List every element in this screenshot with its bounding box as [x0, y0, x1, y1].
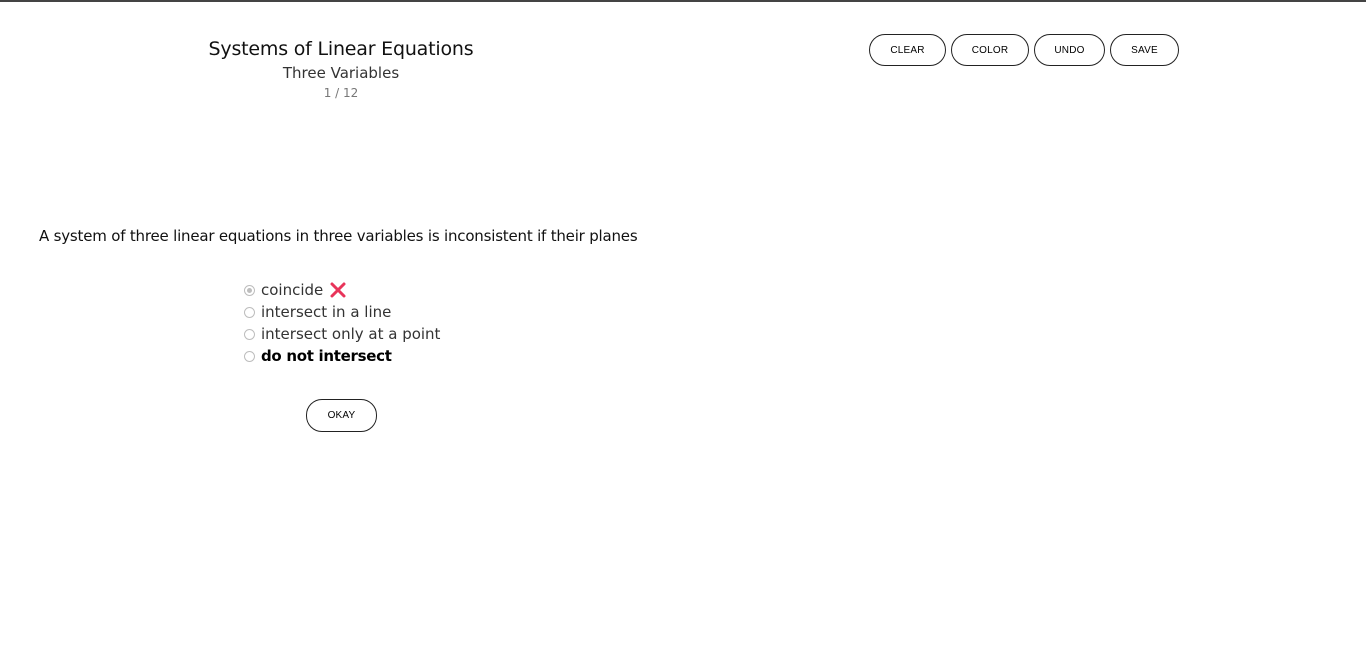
answer-options: coincide intersect in a line intersect o…: [244, 279, 440, 367]
answer-option-line[interactable]: intersect in a line: [244, 301, 440, 323]
page-title: Systems of Linear Equations: [208, 38, 474, 60]
answer-option-label: intersect only at a point: [261, 325, 441, 343]
clear-button[interactable]: CLEAR: [869, 34, 946, 66]
color-button[interactable]: COLOR: [951, 34, 1029, 66]
answer-option-label: do not intersect: [261, 347, 392, 365]
question-counter: 1 / 12: [323, 86, 359, 100]
answer-option-point[interactable]: intersect only at a point: [244, 323, 440, 345]
answer-option-coincide[interactable]: coincide: [244, 279, 440, 301]
answer-option-label: intersect in a line: [261, 303, 392, 321]
radio-coincide[interactable]: [244, 284, 255, 296]
okay-button[interactable]: OKAY: [306, 399, 377, 432]
answer-option-no-intersection[interactable]: do not intersect: [244, 345, 440, 367]
question-text: A system of three linear equations in th…: [39, 227, 638, 245]
undo-button[interactable]: UNDO: [1034, 34, 1105, 66]
page-subtitle: Three Variables: [282, 64, 400, 82]
quiz-page: Systems of Linear Equations Three Variab…: [0, 0, 1366, 648]
radio-line[interactable]: [244, 306, 255, 318]
save-button[interactable]: SAVE: [1110, 34, 1179, 66]
drawing-toolbar: CLEAR COLOR UNDO SAVE: [869, 34, 1179, 66]
cross-icon: [329, 281, 347, 299]
lesson-header: Systems of Linear Equations Three Variab…: [141, 35, 541, 103]
radio-no-intersection[interactable]: [244, 350, 255, 362]
radio-point[interactable]: [244, 328, 255, 340]
answer-option-label: coincide: [261, 281, 324, 299]
